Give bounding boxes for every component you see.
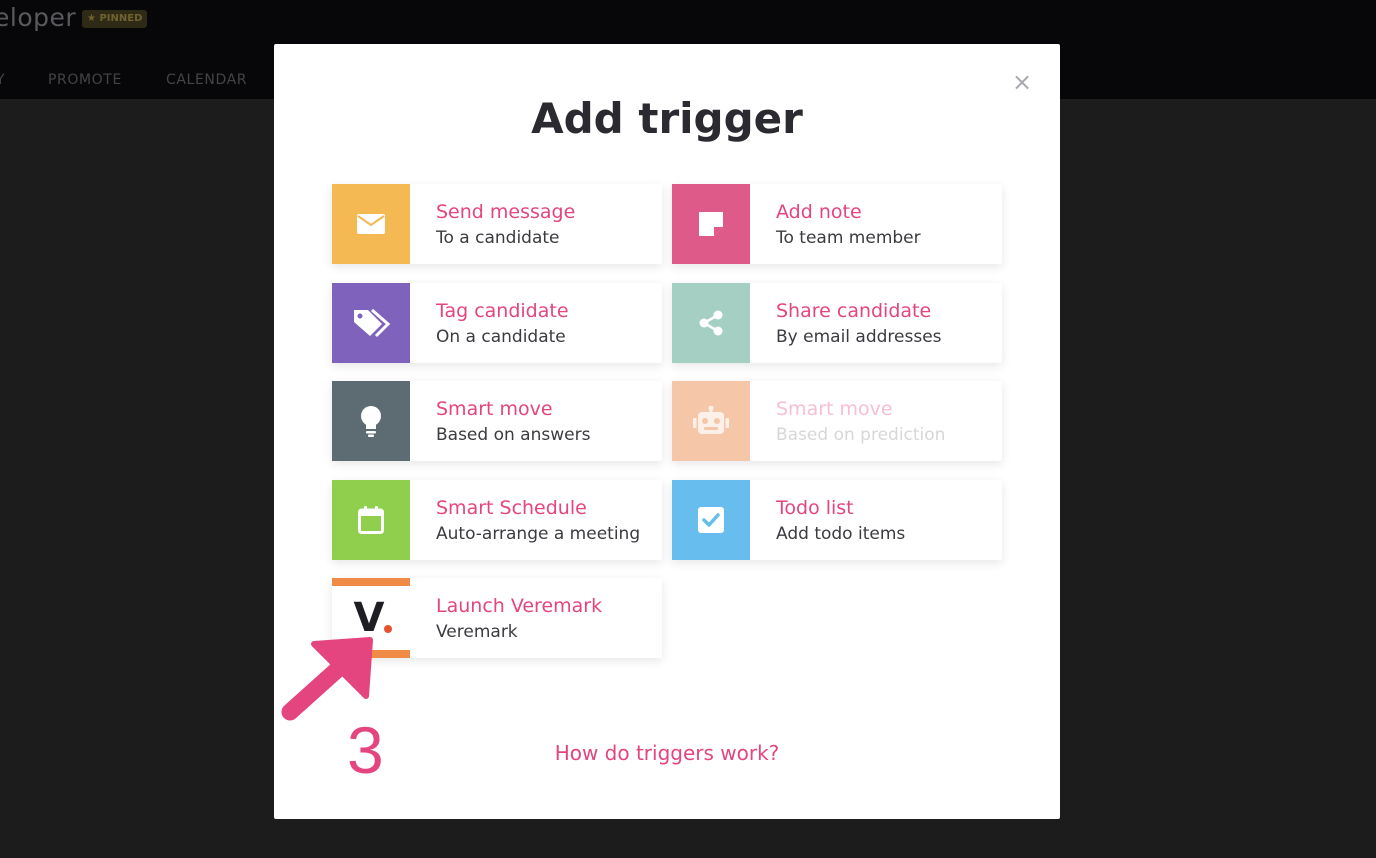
trigger-icon-tile: [672, 184, 750, 264]
nav-item-promote[interactable]: PROMOTE: [48, 72, 122, 88]
trigger-title: Todo list: [776, 497, 854, 519]
trigger-title: Smart move: [436, 398, 553, 420]
trigger-card-smart-move-prediction: Smart move Based on prediction: [672, 381, 1002, 461]
trigger-title: Smart Schedule: [436, 497, 587, 519]
share-icon: [699, 310, 723, 336]
trigger-icon-tile: [672, 381, 750, 461]
trigger-card-tag-candidate[interactable]: Tag candidate On a candidate: [332, 283, 662, 363]
modal-title: Add trigger: [531, 94, 803, 143]
trigger-subtitle: Veremark: [436, 622, 518, 642]
trigger-title: Launch Veremark: [436, 595, 603, 617]
trigger-subtitle: To team member: [776, 228, 921, 248]
step-number: 3: [347, 713, 384, 787]
trigger-icon-tile: [672, 283, 750, 363]
logo-bar-top: [332, 578, 410, 586]
trigger-title: Add note: [776, 201, 862, 223]
tags-icon: [354, 308, 390, 338]
trigger-card-add-note[interactable]: Add note To team member: [672, 184, 1002, 264]
robot-icon: [693, 406, 729, 434]
veremark-logo-letter: V: [353, 595, 385, 641]
pinned-badge: ★ PINNED: [82, 10, 148, 28]
trigger-subtitle: By email addresses: [776, 327, 942, 347]
trigger-icon-tile: [332, 283, 410, 363]
trigger-subtitle: Based on prediction: [776, 425, 946, 445]
checkbox-icon: [698, 507, 724, 533]
trigger-title: Tag candidate: [436, 300, 569, 322]
trigger-title: Smart move: [776, 398, 893, 420]
trigger-icon-tile: [672, 480, 750, 560]
trigger-title: Send message: [436, 201, 576, 223]
nav-item-y[interactable]: Y: [0, 72, 5, 88]
note-icon: [699, 212, 723, 236]
trigger-card-share-candidate[interactable]: Share candidate By email addresses: [672, 283, 1002, 363]
trigger-title: Share candidate: [776, 300, 932, 322]
nav-item-calendar[interactable]: CALENDAR: [166, 72, 247, 88]
trigger-icon-tile: [332, 480, 410, 560]
trigger-card-launch-veremark[interactable]: V Launch Veremark Veremark: [332, 578, 662, 658]
trigger-subtitle: On a candidate: [436, 327, 566, 347]
trigger-subtitle: Based on answers: [436, 425, 591, 445]
help-link[interactable]: How do triggers work?: [274, 741, 1060, 765]
trigger-subtitle: To a candidate: [436, 228, 560, 248]
app-title: eloper: [0, 3, 77, 32]
calendar-icon: [358, 506, 384, 534]
trigger-card-smart-move-answers[interactable]: Smart move Based on answers: [332, 381, 662, 461]
trigger-card-send-message[interactable]: Send message To a candidate: [332, 184, 662, 264]
envelope-icon: [357, 214, 385, 234]
trigger-icon-tile: [332, 184, 410, 264]
lightbulb-icon: [361, 406, 381, 437]
trigger-icon-tile: [332, 381, 410, 461]
logo-dot: [384, 625, 392, 633]
trigger-card-todo-list[interactable]: Todo list Add todo items: [672, 480, 1002, 560]
trigger-card-smart-schedule[interactable]: Smart Schedule Auto-arrange a meeting: [332, 480, 662, 560]
trigger-subtitle: Auto-arrange a meeting: [436, 524, 641, 544]
close-icon[interactable]: ×: [1012, 70, 1032, 94]
add-trigger-modal: × Add trigger Send message To a candidat…: [274, 44, 1060, 819]
trigger-subtitle: Add todo items: [776, 524, 906, 544]
